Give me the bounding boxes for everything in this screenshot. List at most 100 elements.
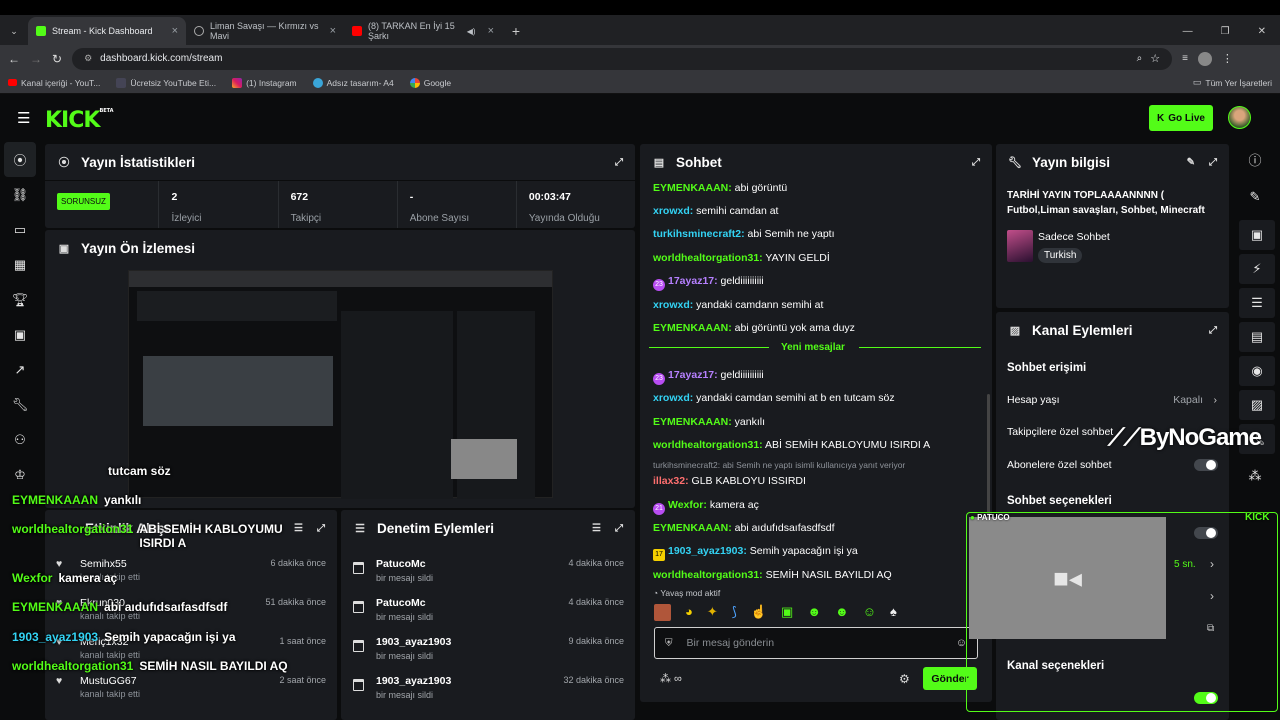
emote-icon[interactable] — [654, 604, 671, 621]
account-age-row[interactable]: Hesap yaşı Kapalı › — [1007, 394, 1217, 406]
emote-icon[interactable]: ▣ — [781, 604, 793, 621]
star-icon[interactable]: ☆ — [1150, 52, 1160, 65]
emote-icon[interactable]: ☻ — [807, 604, 821, 621]
category-thumbnail[interactable] — [1007, 230, 1033, 262]
media-icon[interactable]: ≡ — [1182, 53, 1188, 64]
crown-icon[interactable]: ♔ — [0, 457, 40, 492]
lightning-icon[interactable]: ⚡︎ — [1239, 254, 1275, 284]
chat-username[interactable]: EYMENKAAAN: — [653, 182, 732, 194]
edit-icon[interactable]: ✎ — [1187, 157, 1195, 168]
chat-message[interactable]: 23 17ayaz17: geldiiiiiiiiii — [653, 369, 764, 385]
chat-username[interactable]: EYMENKAAAN: — [653, 416, 732, 428]
chat-username[interactable]: worldhealtorgation31: — [653, 252, 763, 264]
site-info-icon[interactable]: ⚙ — [84, 53, 92, 64]
expand-icon[interactable]: ⤢ — [317, 523, 325, 534]
wrench-icon[interactable]: 🔧︎ — [0, 387, 40, 422]
back-icon[interactable]: ← — [8, 52, 20, 66]
subs-only-row[interactable]: Abonelere özel sohbet — [1007, 459, 1217, 471]
edit-icon[interactable]: ✎ — [1235, 176, 1275, 218]
chat-message[interactable]: EYMENKAAAN: abi görüntü yok ama duyz — [653, 322, 855, 334]
emote-icon[interactable]: ☺ — [863, 604, 876, 621]
chat-username[interactable]: 1903_ayaz1903: — [668, 545, 747, 557]
chat-username[interactable]: illax32: — [653, 475, 689, 487]
emote-icon[interactable]: ☻ — [835, 604, 849, 621]
chat-message[interactable]: worldhealtorgation31: ABİ SEMİH KABLOYUM… — [653, 439, 930, 451]
subs-only-toggle[interactable] — [1194, 459, 1218, 471]
screen-icon[interactable]: ▣ — [1239, 220, 1275, 250]
add-widget-icon[interactable]: ⁂ — [1235, 458, 1275, 493]
chat-message[interactable]: xrowxd: semihi camdan at — [653, 205, 778, 217]
gear-icon[interactable]: ⚙ — [899, 672, 910, 686]
chat-username[interactable]: 17ayaz17: — [668, 275, 718, 287]
chat-username[interactable]: turkihsminecraft2: — [653, 228, 745, 240]
preview-video[interactable] — [128, 270, 553, 499]
expand-icon[interactable]: ⤢ — [1209, 325, 1217, 336]
trophy-icon[interactable]: 🏆︎ — [0, 282, 40, 317]
chat-message[interactable]: turkihsminecraft2: abi Semih ne yaptı — [653, 228, 835, 240]
reply-context[interactable]: turkihsminecraft2: abi Semih ne yaptı is… — [653, 460, 905, 470]
tab-search-button[interactable]: ⌄ — [0, 17, 28, 45]
menu-icon[interactable]: ⋮ — [1222, 52, 1233, 65]
hamburger-menu-icon[interactable]: ☰ — [17, 109, 30, 127]
chat-message[interactable]: 23 17ayaz17: geldiiiiiiiiii — [653, 275, 764, 291]
go-live-button[interactable]: K Go Live — [1149, 105, 1213, 131]
bookmark-instagram[interactable]: (1) Instagram — [232, 77, 297, 88]
chat-message[interactable]: xrowxd: yandaki camdan semihi at b en tu… — [653, 392, 895, 404]
tab-liman-savasi[interactable]: Liman Savaşı — Kırmızı vs Mavi × — [186, 17, 344, 45]
close-window-icon[interactable]: ✕ — [1258, 26, 1266, 37]
chat-message[interactable]: EYMENKAAAN: abi aıdufıdsaıfasdfsdf — [653, 522, 834, 534]
chat-message[interactable]: 17 1903_ayaz1903: Semih yapacağın işi ya — [653, 545, 858, 561]
chat-username[interactable]: worldhealtorgation31: — [653, 569, 763, 581]
chat-username[interactable]: xrowxd: — [653, 205, 693, 217]
video-icon[interactable]: ▣ — [0, 317, 40, 352]
restore-icon[interactable]: ❐ — [1221, 26, 1230, 37]
info-icon[interactable]: ⓘ — [1235, 142, 1275, 176]
chat-username[interactable]: worldhealtorgation31: — [653, 439, 763, 451]
chat-message[interactable]: worldhealtorgation31: SEMİH NASIL BAYILD… — [653, 569, 892, 581]
chat-icon[interactable]: ▤ — [1239, 322, 1275, 352]
omnibox[interactable]: ⚙ dashboard.kick.com/stream ⌕ ☆ — [72, 47, 1173, 70]
chat-username[interactable]: xrowxd: — [653, 392, 693, 404]
emote-icon[interactable]: ♠ — [890, 604, 897, 621]
tab-kick-dashboard[interactable]: Stream - Kick Dashboard × — [28, 17, 186, 45]
chat-username[interactable]: EYMENKAAAN: — [653, 322, 732, 334]
emote-icon[interactable]: ☝ — [751, 604, 767, 621]
calendar-icon[interactable]: ▦ — [0, 247, 40, 282]
chat-message[interactable]: EYMENKAAAN: abi görüntü — [653, 182, 787, 194]
link-icon[interactable]: ⛓ — [0, 177, 40, 212]
chat-message[interactable]: xrowxd: yandaki camdann semihi at — [653, 299, 823, 311]
chat-username[interactable]: Wexfor: — [668, 499, 707, 511]
users-icon[interactable]: ⚇ — [0, 422, 40, 457]
emote-icon[interactable]: ⟆ — [732, 604, 737, 621]
emote-icon[interactable]: ✦ — [707, 604, 718, 621]
analytics-icon[interactable]: ↗ — [0, 352, 40, 387]
emote-picker-icon[interactable]: ⁂ ∞ — [660, 672, 682, 685]
chat-username[interactable]: 17ayaz17: — [668, 369, 718, 381]
chat-username[interactable]: xrowxd: — [653, 299, 693, 311]
minimize-icon[interactable]: — — [1183, 26, 1193, 37]
stream-icon[interactable]: ⦿ — [4, 142, 36, 177]
category-label[interactable]: Sadece Sohbet — [1038, 231, 1110, 243]
kick-logo[interactable]: KICKBETA — [45, 108, 114, 133]
bookmark-youtube-content[interactable]: Kanal içeriği - YouT... — [8, 78, 100, 88]
bookmark-free-youtube[interactable]: Ücretsiz YouTube Eti... — [116, 77, 216, 88]
expand-icon[interactable]: ⤢ — [972, 157, 980, 168]
browser-window-icon[interactable]: ▭ — [0, 212, 40, 247]
forward-icon[interactable]: → — [30, 52, 42, 66]
expand-icon[interactable]: ⤢ — [1209, 157, 1217, 168]
chat-input[interactable]: ⛨ Bir mesaj gönderin ☺ — [654, 627, 978, 659]
chat-message[interactable]: EYMENKAAAN: yankılı — [653, 416, 765, 428]
record-icon[interactable]: ◉ — [1239, 356, 1275, 386]
chat-message[interactable]: worldhealtorgation31: YAYIN GELDİ — [653, 252, 830, 264]
chat-message[interactable]: illax32: GLB KABLOYU ISSIRDI — [653, 475, 806, 487]
chat-message[interactable]: 21 Wexfor: kamera aç — [653, 499, 759, 515]
chat-username[interactable]: EYMENKAAAN: — [653, 522, 732, 534]
emote-icon[interactable]: ◕ — [685, 604, 693, 621]
avatar[interactable] — [1228, 106, 1251, 129]
close-icon[interactable]: × — [488, 25, 494, 37]
all-bookmarks[interactable]: ▭ Tüm Yer İşaretleri — [1193, 77, 1272, 88]
filter-icon[interactable]: ☰ — [592, 523, 601, 534]
bookmark-canva[interactable]: Adsız tasarım- A4 — [312, 77, 394, 88]
filter-icon[interactable]: ☰ — [294, 523, 303, 534]
profile-icon[interactable] — [1197, 51, 1212, 66]
